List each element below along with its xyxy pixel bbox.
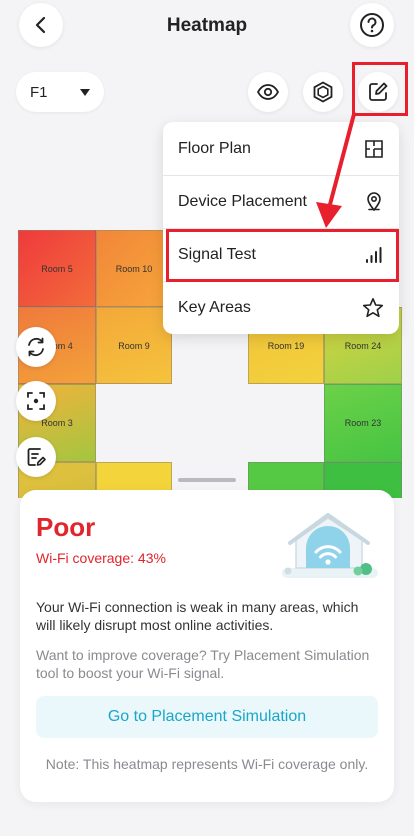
report-button[interactable] [16,437,56,477]
floor-select[interactable]: F1 [16,72,104,112]
coverage-description: Your Wi-Fi connection is weak in many ar… [36,599,359,633]
room-23[interactable]: Room 23 [324,384,402,462]
help-icon [360,13,384,37]
eye-icon [256,84,280,100]
room-10[interactable]: Room 10 [96,230,172,307]
placement-simulation-button[interactable]: Go to Placement Simulation [36,696,378,738]
room-9[interactable]: Room 9 [96,307,172,384]
room-label: Room 10 [115,263,153,274]
help-button[interactable] [350,3,394,47]
coverage-percentage: Wi-Fi coverage: 43% [36,550,166,566]
fit-view-button[interactable] [16,381,56,421]
device-button[interactable] [303,72,343,112]
refresh-icon [28,337,44,357]
floor-select-value: F1 [30,83,48,101]
house-wifi-illustration [282,513,378,578]
focus-frame-icon [27,392,45,410]
view-toggle-button[interactable] [248,72,288,112]
room-label: Room 23 [344,418,382,428]
menu-item-label: Device Placement [178,192,307,210]
coverage-status: Poor [36,512,96,542]
menu-item-label: Floor Plan [178,139,251,157]
edit-button-highlight [352,62,408,116]
sheet-drag-handle[interactable] [178,478,236,482]
room-label: Room 19 [267,340,305,351]
heatmap-note: Note: This heatmap represents Wi-Fi cove… [45,756,369,772]
coverage-summary-card: Poor Wi-Fi coverage: 43% Your Wi-Fi conn… [20,490,394,802]
menu-item-key-areas[interactable]: Key Areas [163,281,399,334]
caret-down-icon [80,88,90,96]
refresh-button[interactable] [16,327,56,367]
room-label: Room 5 [41,263,73,274]
menu-item-label: Key Areas [178,298,251,316]
annotation-arrow [316,112,356,228]
room-5[interactable]: Room 5 [18,230,96,307]
document-edit-icon [27,448,46,466]
room-label: Room 24 [344,340,382,351]
room-label: Room 3 [41,418,73,428]
hexagon-device-icon [313,81,333,103]
room-label: Room 9 [118,340,150,351]
improvement-hint: Want to improve coverage? Try Placement … [36,647,370,681]
star-icon [362,297,384,317]
